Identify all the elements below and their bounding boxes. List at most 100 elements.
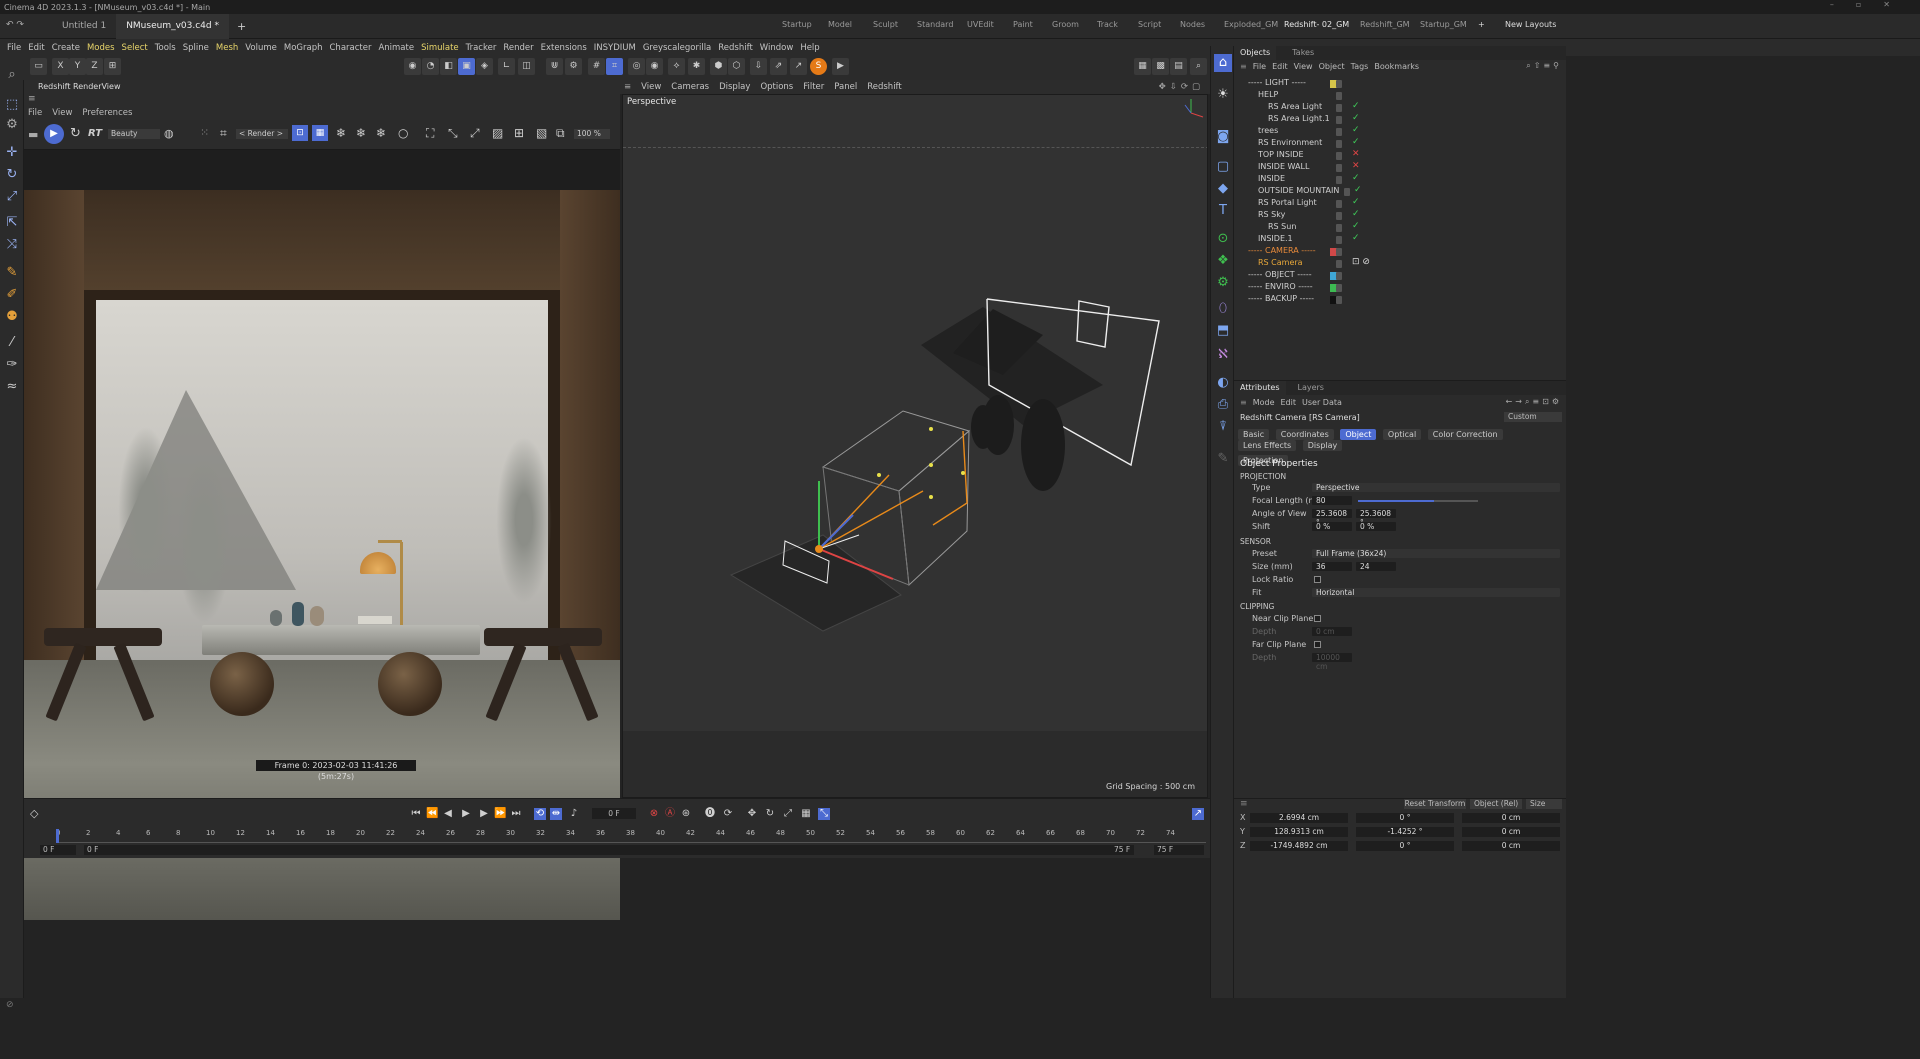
keyframe-diamond-icon[interactable]: ◇ [30, 807, 38, 820]
visibility-toggle[interactable] [1336, 92, 1342, 100]
list-item[interactable]: ----- OBJECT ----- [1238, 270, 1558, 282]
visibility-toggle[interactable] [1336, 164, 1342, 172]
camera-tag-icon[interactable]: ⊡ ⊘ [1352, 257, 1370, 267]
visibility-toggle[interactable] [1336, 80, 1342, 88]
tab-attributes[interactable]: Attributes [1234, 381, 1286, 395]
list-item[interactable]: INSIDE.1 ✓ [1238, 233, 1558, 246]
list-item[interactable]: INSIDE WALL ✕ [1238, 161, 1558, 174]
text-tool-icon[interactable]: T [1214, 202, 1232, 220]
menu-file[interactable]: File [7, 43, 21, 53]
rot-x-field[interactable]: 0 ° [1356, 813, 1454, 823]
list-item[interactable]: RS Area Light ✓ [1238, 101, 1558, 114]
loop-icon[interactable]: ⟲ [534, 808, 546, 820]
list-item[interactable]: RS Camera ⊡ ⊘ [1238, 257, 1558, 270]
zoom-field[interactable]: 100 % [574, 129, 610, 139]
freeze-all-icon[interactable]: ❄ [376, 126, 386, 140]
focal-length-field[interactable]: 80 [1312, 496, 1352, 505]
am-menu-edit[interactable]: Edit [1281, 398, 1297, 407]
home-icon[interactable]: ⌂ [1214, 54, 1232, 72]
enable-check[interactable]: ✓ [1352, 209, 1360, 219]
move-tool-icon[interactable]: ✛ [3, 144, 21, 162]
deformer-icon[interactable]: ⬯ [1214, 300, 1232, 318]
enable-check[interactable]: ✓ [1352, 173, 1360, 183]
menu-modes[interactable]: Modes [87, 43, 115, 53]
list-item[interactable]: INSIDE ✓ [1238, 173, 1558, 186]
far-depth-field[interactable]: 10000 cm [1312, 653, 1352, 671]
far-clip-checkbox[interactable] [1314, 641, 1321, 648]
selection-tool-icon[interactable]: ⬚ [3, 96, 21, 114]
snapshot-icon[interactable]: ◍ [164, 127, 174, 140]
visibility-toggle[interactable] [1336, 104, 1342, 112]
start-render-icon[interactable]: ▶ [44, 124, 64, 144]
grid-snap-icon[interactable]: # [588, 58, 605, 75]
layout-script[interactable]: Script [1138, 20, 1161, 29]
material-icon[interactable]: ⬡ [728, 58, 745, 75]
disable-mark[interactable]: ✕ [1352, 149, 1360, 159]
prev-frame-icon[interactable]: ◀ [442, 808, 454, 820]
hair-icon[interactable]: ⟡ [668, 58, 685, 75]
save-icon[interactable]: ▬ [28, 128, 38, 141]
list-item[interactable]: RS Portal Light ✓ [1238, 197, 1558, 210]
near-depth-field[interactable]: 0 cm [1312, 627, 1352, 636]
refresh-icon[interactable]: ↻ [70, 126, 81, 141]
spline-icon[interactable]: ℵ [1214, 346, 1232, 364]
list-item[interactable]: ----- CAMERA ----- [1238, 246, 1558, 258]
hamburger-icon[interactable]: ≡ [28, 94, 36, 104]
compare-icon[interactable]: ⤢ [470, 126, 480, 141]
enable-check[interactable]: ✓ [1352, 101, 1360, 111]
menu-tracker[interactable]: Tracker [466, 43, 497, 53]
rotate-snap-icon[interactable]: ⤨ [3, 236, 21, 254]
layout-paint[interactable]: Paint [1013, 20, 1033, 29]
near-clip-checkbox[interactable] [1314, 615, 1321, 622]
menu-character[interactable]: Character [330, 43, 372, 53]
visibility-toggle[interactable] [1344, 188, 1350, 196]
angle-of-view-h-field[interactable]: 25.3608 ° [1312, 509, 1352, 527]
goto-start-icon[interactable]: ⏮ [410, 808, 422, 820]
quantize-icon[interactable]: ⌗ [606, 58, 623, 75]
record-icon[interactable]: ⊗ [648, 808, 660, 820]
edges-mode-icon[interactable]: ◔ [422, 58, 439, 75]
sun-icon[interactable]: ☀ [1214, 86, 1232, 104]
paint-tool-icon[interactable]: ✑ [3, 356, 21, 374]
subtab-color-correction[interactable]: Color Correction [1427, 429, 1503, 440]
axis-y-toggle[interactable]: Y [69, 58, 86, 75]
new-layouts-button[interactable]: New Layouts [1505, 20, 1556, 29]
preview-range-bar[interactable]: 0 F [84, 845, 1134, 855]
histogram-icon[interactable]: ▧ [536, 126, 547, 140]
aov-dropdown[interactable]: Beauty [108, 129, 160, 139]
enable-check[interactable]: ✓ [1352, 221, 1360, 231]
layout-standard[interactable]: Standard [917, 20, 953, 29]
subtab-optical[interactable]: Optical [1382, 429, 1422, 440]
focal-length-slider[interactable] [1358, 500, 1478, 502]
layout-sculpt[interactable]: Sculpt [873, 20, 898, 29]
model-mode-icon[interactable]: ▣ [458, 58, 475, 75]
visibility-toggle[interactable] [1336, 224, 1342, 232]
rt-toggle[interactable]: RT [88, 128, 102, 139]
menu-greyscalegorilla[interactable]: Greyscalegorilla [643, 43, 711, 53]
renderview-hamburger[interactable]: ≡ [24, 94, 620, 106]
layout-exploded[interactable]: Exploded_GM [1224, 20, 1278, 29]
sensor-height-field[interactable]: 24 [1356, 562, 1396, 571]
render-settings-icon[interactable]: ▤ [1170, 58, 1187, 75]
visibility-toggle[interactable] [1336, 200, 1342, 208]
layout-track[interactable]: Track [1097, 20, 1118, 29]
visibility-toggle[interactable] [1336, 152, 1342, 160]
om-menu-view[interactable]: View [1294, 62, 1313, 71]
visibility-toggle[interactable] [1336, 140, 1342, 148]
tab-objects[interactable]: Objects [1234, 46, 1277, 60]
vp-menu-redshift[interactable]: Redshift [867, 82, 902, 92]
menu-render[interactable]: Render [503, 43, 533, 53]
visibility-toggle[interactable] [1336, 248, 1342, 256]
type-dropdown[interactable]: Perspective [1312, 483, 1560, 492]
om-menu-file[interactable]: File [1253, 62, 1266, 71]
visibility-toggle[interactable] [1336, 212, 1342, 220]
export-icon[interactable]: ⇗ [770, 58, 787, 75]
doc-tab-nmuseum[interactable]: NMuseum_v03.c4d * [116, 14, 229, 39]
subtab-display[interactable]: Display [1302, 440, 1343, 451]
image-icon[interactable]: ▨ [492, 126, 503, 140]
pla-key-icon[interactable]: ⤡ [818, 808, 830, 820]
rot-z-field[interactable]: 0 ° [1356, 841, 1454, 851]
viewport-hamburger-icon[interactable]: ≡ [624, 82, 631, 92]
tab-takes[interactable]: Takes [1286, 46, 1320, 60]
visibility-toggle[interactable] [1336, 296, 1342, 304]
